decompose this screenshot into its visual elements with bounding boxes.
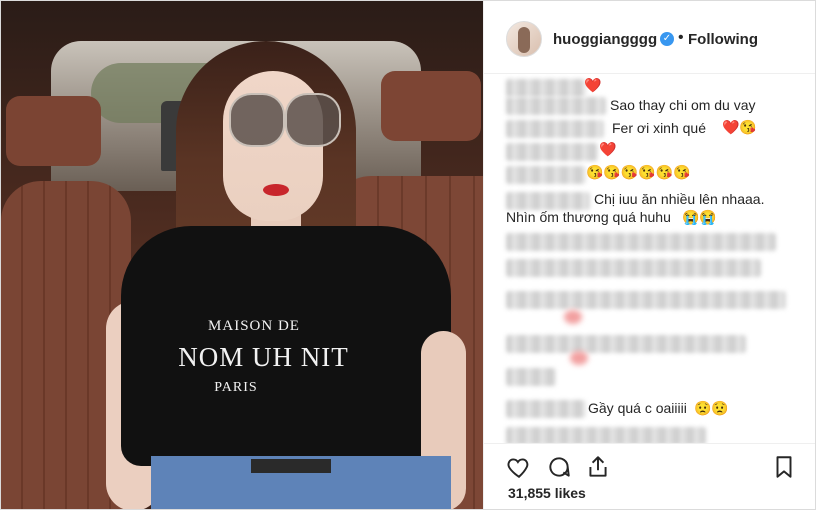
avatar[interactable]	[506, 21, 542, 57]
shirt-text-line2: NOM UH NIT	[178, 342, 349, 372]
following-button[interactable]: Following	[688, 31, 758, 48]
headrest-right	[381, 71, 481, 141]
comment-emoji: 😭😭	[682, 209, 717, 225]
share-icon[interactable]	[585, 454, 611, 480]
post-header: huoggiangggg ✓ • Following	[484, 1, 815, 74]
username-link[interactable]: huoggiangggg	[553, 31, 657, 48]
post-sidebar: huoggiangggg ✓ • Following ❤️ Sao thay c…	[483, 1, 815, 509]
heart-icon[interactable]	[506, 454, 532, 480]
comment-icon[interactable]	[546, 454, 572, 480]
post-frame: MAISON DE NOM UH NIT PARIS huoggiangggg …	[0, 0, 816, 510]
comment-emoji: 😟😟	[694, 400, 729, 416]
likes-count[interactable]: 31,855 likes	[508, 485, 586, 501]
blurred-username	[506, 79, 586, 97]
comment-text: Gầy quá c oaiiiii	[588, 400, 687, 416]
sunglasses	[229, 93, 341, 147]
shirt-text-line1: MAISON DE	[208, 318, 300, 334]
separator-dot: •	[678, 29, 684, 46]
comment-text: Fer ơi xinh qué	[612, 120, 707, 136]
blurred-username	[506, 97, 606, 115]
headrest-left	[6, 96, 101, 166]
comment-emoji: ❤️	[584, 77, 602, 93]
shirt-text-line3: PARIS	[214, 380, 258, 395]
comment-text: Sao thay chi om du vay	[610, 97, 756, 113]
blurred-username	[506, 143, 598, 161]
comment-emoji: 😘😘😘😘😘😘	[586, 164, 691, 180]
lips	[263, 184, 289, 196]
verified-badge-icon: ✓	[660, 32, 674, 46]
comments-list: ❤️ Sao thay chi om du vay Fer ơi xinh qu…	[484, 73, 815, 443]
post-photo[interactable]: MAISON DE NOM UH NIT PARIS	[1, 1, 483, 509]
blurred-username	[506, 192, 590, 210]
comment-emoji: ❤️	[599, 141, 617, 157]
blurred-username	[506, 166, 586, 184]
comment-emoji: ❤️😘	[722, 119, 757, 135]
comment-text: Chị iuu ăn nhiều lên nhaaa.	[594, 191, 765, 207]
comment-text: Nhìn ốm thương quá huhu	[506, 209, 671, 225]
blurred-username	[506, 120, 604, 138]
blurred-username	[506, 400, 586, 418]
bookmark-icon[interactable]	[771, 454, 797, 480]
action-bar	[484, 443, 815, 484]
